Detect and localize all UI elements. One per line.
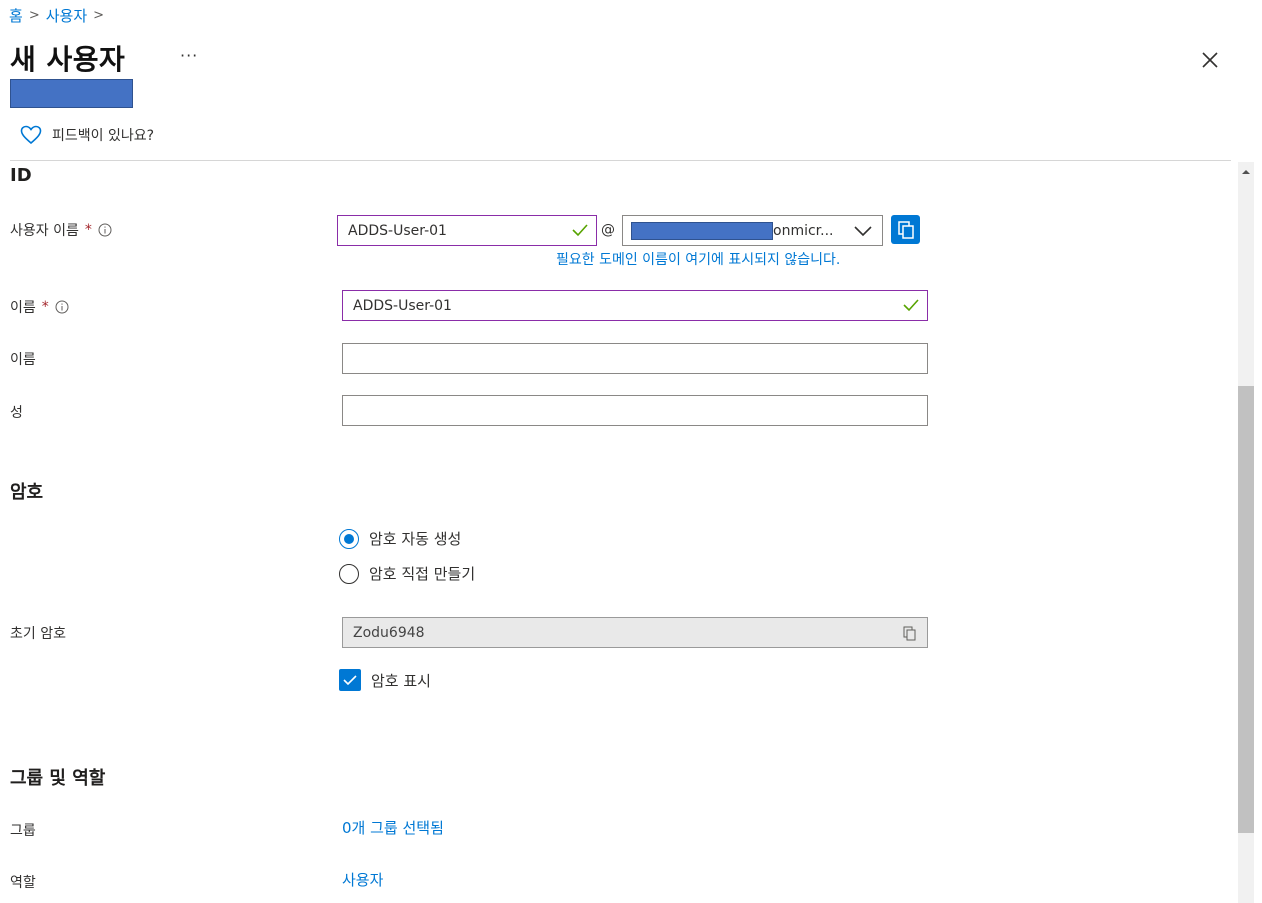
radio-selected-icon[interactable] <box>339 528 359 549</box>
section-title-id: ID <box>10 165 32 186</box>
info-icon[interactable] <box>98 223 112 237</box>
scroll-up-arrow-icon[interactable] <box>1240 166 1252 178</box>
at-sign: @ <box>601 222 615 238</box>
name-label: 이름 * <box>10 297 69 317</box>
groups-label: 그룹 <box>10 823 36 839</box>
divider <box>10 160 1231 161</box>
username-value: ADDS-User-01 <box>348 222 447 239</box>
copy-icon[interactable] <box>903 626 917 641</box>
radio-unselected-icon[interactable] <box>339 563 359 584</box>
info-icon[interactable] <box>55 300 69 314</box>
name-value: ADDS-User-01 <box>353 297 452 314</box>
feedback-link[interactable]: 피드백이 있나요? <box>20 125 154 145</box>
breadcrumb-users-link[interactable]: 사용자 <box>46 5 87 26</box>
check-icon <box>572 224 588 237</box>
required-mark: * <box>84 222 92 238</box>
section-title-password: 암호 <box>10 482 44 503</box>
initial-password-value: Zodu6948 <box>353 624 425 641</box>
name-label-text: 이름 <box>10 300 36 316</box>
last-name-label: 성 <box>10 405 23 421</box>
roles-label: 역할 <box>10 875 36 891</box>
first-name-label: 이름 <box>10 352 36 368</box>
redacted-subtitle <box>10 79 133 108</box>
chevron-down-icon <box>854 226 872 237</box>
first-name-input[interactable] <box>342 343 928 374</box>
name-input[interactable]: ADDS-User-01 <box>342 290 928 321</box>
checkbox-checked-icon[interactable] <box>339 669 361 691</box>
last-name-input[interactable] <box>342 395 928 426</box>
heart-icon <box>20 125 42 145</box>
show-password-label: 암호 표시 <box>371 671 431 690</box>
radio-auto-generate-label: 암호 자동 생성 <box>369 530 462 548</box>
username-label-text: 사용자 이름 <box>10 223 79 239</box>
close-icon[interactable] <box>1198 48 1222 72</box>
radio-create-own-label: 암호 직접 만들기 <box>369 565 476 583</box>
feedback-label: 피드백이 있나요? <box>52 128 155 144</box>
show-password-checkbox[interactable]: 암호 표시 <box>339 669 431 691</box>
username-label: 사용자 이름 * <box>10 220 112 240</box>
domain-suffix: onmicr... <box>773 222 834 239</box>
username-input[interactable]: ADDS-User-01 <box>337 215 597 246</box>
chevron-right-icon: > <box>93 8 105 23</box>
initial-password-label: 초기 암호 <box>10 626 66 642</box>
redacted-domain <box>631 221 773 240</box>
domain-dropdown[interactable]: onmicr... <box>622 215 883 246</box>
groups-link[interactable]: 0개 그룹 선택됨 <box>342 817 444 838</box>
domain-helper-link[interactable]: 필요한 도메인 이름이 여기에 표시되지 않습니다. <box>556 249 840 269</box>
roles-link[interactable]: 사용자 <box>342 869 383 890</box>
copy-icon <box>897 220 914 239</box>
check-icon <box>903 299 919 312</box>
more-options-button[interactable]: ··· <box>180 46 198 65</box>
radio-auto-generate[interactable]: 암호 자동 생성 <box>339 528 461 549</box>
scrollbar-thumb[interactable] <box>1238 386 1254 833</box>
section-title-groups-roles: 그룹 및 역할 <box>10 768 106 789</box>
breadcrumb: 홈 > 사용자 > <box>9 5 104 26</box>
initial-password-field: Zodu6948 <box>342 617 928 648</box>
breadcrumb-home-link[interactable]: 홈 <box>9 5 23 26</box>
page-title: 새 사용자 <box>10 43 126 76</box>
radio-create-own[interactable]: 암호 직접 만들기 <box>339 563 475 584</box>
required-mark: * <box>41 299 49 315</box>
chevron-right-icon: > <box>28 8 40 23</box>
copy-button[interactable] <box>891 215 920 244</box>
